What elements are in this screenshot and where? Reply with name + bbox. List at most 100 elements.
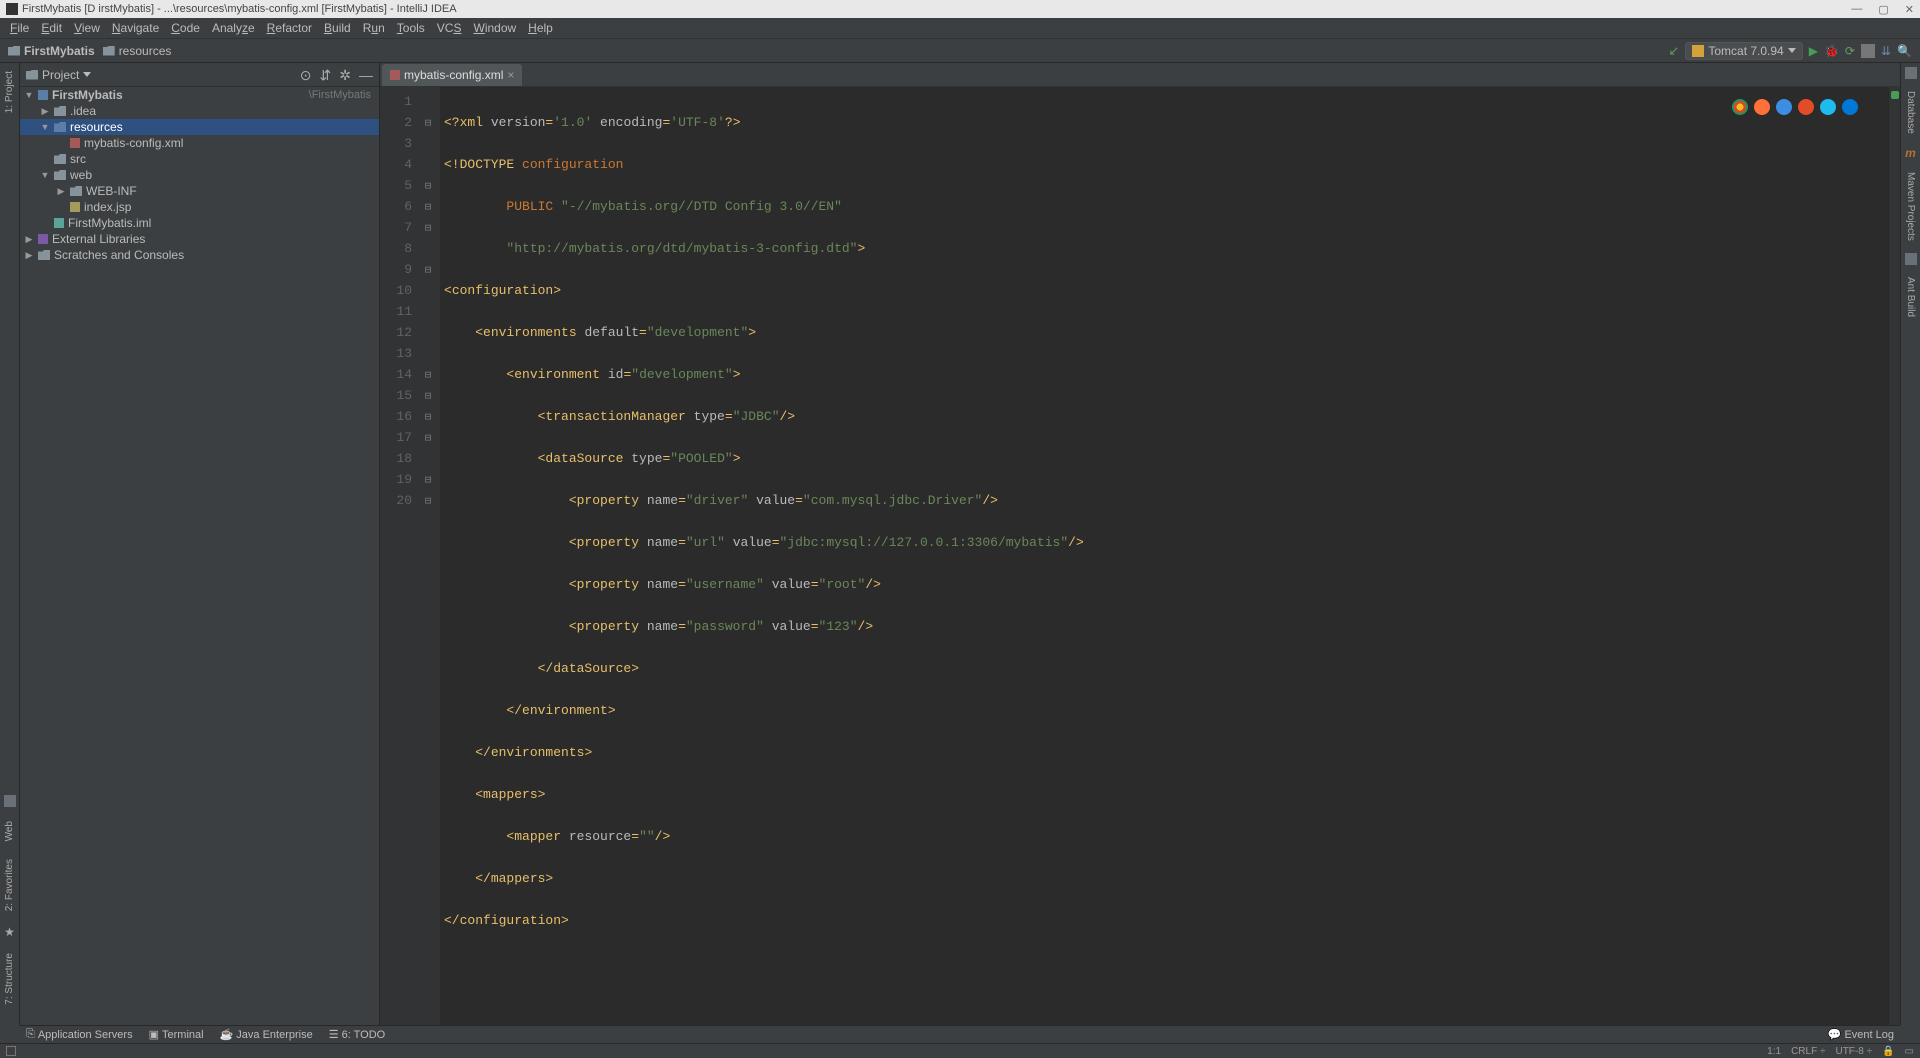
ie-icon[interactable] (1820, 99, 1836, 115)
tree-root[interactable]: FirstMybatis \FirstMybatis (20, 87, 379, 103)
tool-web[interactable]: Web (4, 817, 15, 845)
tab-close-icon[interactable]: × (507, 68, 514, 82)
tree-item-label: FirstMybatis.iml (68, 216, 151, 230)
editor-tab[interactable]: mybatis-config.xml × (382, 64, 522, 86)
scroll-to-source-icon[interactable]: ⊙ (300, 68, 312, 82)
tab-java-enterprise[interactable]: ☕Java Enterprise (220, 1028, 313, 1041)
tree-item[interactable]: mybatis-config.xml (20, 135, 379, 151)
menu-help[interactable]: Help (522, 19, 559, 37)
menu-tools[interactable]: Tools (391, 19, 431, 37)
tool-structure[interactable]: 7: Structure (4, 949, 15, 1009)
tree-item-label: .idea (70, 104, 96, 118)
menu-run[interactable]: Run (357, 19, 391, 37)
chrome-icon[interactable] (1732, 99, 1748, 115)
tool-database[interactable]: Database (1905, 87, 1916, 138)
close-button[interactable]: ✕ (1905, 3, 1914, 16)
event-log[interactable]: 💬Event Log (1828, 1028, 1894, 1041)
tool-maven[interactable]: Maven Projects (1905, 168, 1916, 245)
ant-tool-icon[interactable] (1905, 253, 1917, 265)
editor-area: mybatis-config.xml × 1234567891011121314… (380, 63, 1900, 1025)
run-config-selector[interactable]: Tomcat 7.0.94 (1685, 42, 1802, 60)
minimize-button[interactable]: — (1851, 3, 1862, 16)
tree-item-label: src (70, 152, 86, 166)
tree-item[interactable]: resources (20, 119, 379, 135)
external-libs-label: External Libraries (52, 232, 145, 246)
debug-button[interactable]: 🐞 (1824, 44, 1839, 58)
project-tree[interactable]: FirstMybatis \FirstMybatis .idearesource… (20, 87, 379, 1025)
menu-window[interactable]: Window (467, 19, 522, 37)
menu-edit[interactable]: Edit (35, 19, 68, 37)
scratches-label: Scratches and Consoles (54, 248, 184, 262)
breadcrumb-child[interactable]: resources (103, 44, 172, 58)
maximize-button[interactable]: ▢ (1878, 3, 1888, 16)
window-titlebar: FirstMybatis [D irstMybatis] - ...\resou… (0, 0, 1920, 18)
tree-item[interactable]: FirstMybatis.iml (20, 215, 379, 231)
app-icon (6, 3, 18, 15)
database-tool-icon[interactable] (1905, 67, 1917, 79)
tab-app-servers[interactable]: ⎘Application Servers (26, 1028, 133, 1041)
web-tool-icon[interactable] (4, 795, 16, 807)
star-icon: ★ (4, 925, 15, 939)
tool-project[interactable]: 1: Project (4, 67, 15, 117)
tree-item[interactable]: index.jsp (20, 199, 379, 215)
tree-item[interactable]: web (20, 167, 379, 183)
toolwindow-toggle-icon[interactable] (6, 1046, 16, 1056)
tree-external-libs[interactable]: External Libraries (20, 231, 379, 247)
collapse-all-icon[interactable]: ⇵ (320, 68, 332, 82)
menu-view[interactable]: View (68, 19, 106, 37)
update-button[interactable]: ⇊ (1881, 44, 1891, 58)
stop-button[interactable] (1861, 44, 1875, 58)
search-everywhere-button[interactable]: 🔍 (1897, 44, 1912, 58)
editor-tabbar: mybatis-config.xml × (380, 63, 1900, 87)
tree-item-label: mybatis-config.xml (84, 136, 183, 150)
menu-analyze[interactable]: Analyze (206, 19, 261, 37)
maven-icon: m (1905, 146, 1916, 160)
expand-icon[interactable] (40, 106, 50, 117)
menu-vcs[interactable]: VCS (431, 19, 468, 37)
folder-icon (8, 46, 20, 56)
tool-ant[interactable]: Ant Build (1905, 273, 1916, 321)
tree-scratches[interactable]: Scratches and Consoles (20, 247, 379, 263)
code-editor[interactable]: <?xml version='1.0' encoding='UTF-8'?> <… (440, 87, 1888, 1025)
expand-icon[interactable] (24, 90, 34, 100)
expand-icon[interactable] (56, 186, 66, 197)
project-view-selector[interactable]: Project (26, 68, 91, 82)
file-encoding[interactable]: UTF-8 ÷ (1835, 1046, 1872, 1057)
status-bar: 1:1 CRLF ÷ UTF-8 ÷ 🔒 ▭ (0, 1043, 1920, 1058)
edge-icon[interactable] (1842, 99, 1858, 115)
menu-file[interactable]: File (4, 19, 35, 37)
line-separator[interactable]: CRLF ÷ (1791, 1046, 1825, 1057)
tool-favorites[interactable]: 2: Favorites (4, 855, 15, 915)
menu-code[interactable]: Code (165, 19, 206, 37)
hide-icon[interactable]: — (359, 68, 373, 82)
xml-icon (70, 138, 80, 148)
firefox-icon[interactable] (1754, 99, 1770, 115)
tab-terminal[interactable]: ▣Terminal (149, 1028, 204, 1041)
bottom-tool-stripe: ⎘Application Servers ▣Terminal ☕Java Ent… (20, 1025, 1900, 1043)
expand-icon[interactable] (24, 234, 34, 245)
memory-indicator[interactable]: ▭ (1905, 1046, 1914, 1057)
expand-icon[interactable] (40, 122, 50, 132)
expand-icon[interactable] (24, 250, 34, 261)
safari-icon[interactable] (1776, 99, 1792, 115)
build-icon[interactable]: ↙ (1668, 43, 1679, 59)
fold-icon (54, 154, 66, 164)
menu-navigate[interactable]: Navigate (106, 19, 165, 37)
menu-refactor[interactable]: Refactor (261, 19, 318, 37)
tree-item[interactable]: WEB-INF (20, 183, 379, 199)
tab-todo[interactable]: ☰6: TODO (329, 1028, 385, 1041)
tree-item[interactable]: .idea (20, 103, 379, 119)
settings-icon[interactable]: ✲ (339, 68, 351, 82)
expand-icon[interactable] (40, 170, 50, 180)
fold-column[interactable]: ⊟⊟⊟⊟⊟⊟⊟⊟⊟⊟⊟ (422, 91, 434, 511)
jsp-icon (70, 202, 80, 212)
menu-build[interactable]: Build (318, 19, 357, 37)
caret-position[interactable]: 1:1 (1767, 1046, 1781, 1057)
coverage-button[interactable]: ⟳ (1845, 44, 1855, 58)
error-stripe[interactable] (1888, 87, 1900, 1025)
readonly-toggle[interactable]: 🔒 (1882, 1046, 1894, 1057)
opera-icon[interactable] (1798, 99, 1814, 115)
run-button[interactable]: ▶ (1809, 44, 1818, 58)
tree-item[interactable]: src (20, 151, 379, 167)
breadcrumb-root[interactable]: FirstMybatis (8, 44, 95, 58)
